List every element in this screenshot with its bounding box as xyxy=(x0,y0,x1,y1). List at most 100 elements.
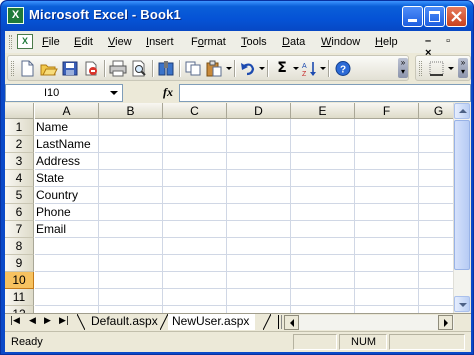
horizontal-scrollbar[interactable] xyxy=(284,315,454,330)
print-icon[interactable] xyxy=(109,60,127,77)
open-icon[interactable] xyxy=(40,60,58,77)
gridline xyxy=(418,119,419,313)
column-header-a[interactable]: A xyxy=(35,103,99,119)
menu-window[interactable]: Window xyxy=(321,36,360,48)
title-bar[interactable]: X Microsoft Excel - Book1 xyxy=(1,1,473,31)
next-sheet-button[interactable]: ▶ xyxy=(44,316,51,326)
status-panel xyxy=(293,334,337,350)
scroll-left-button[interactable] xyxy=(284,315,299,330)
previous-sheet-button[interactable]: ◀ xyxy=(29,316,36,326)
paste-icon[interactable] xyxy=(205,60,223,77)
row-header-7[interactable]: 7 xyxy=(5,221,34,238)
maximize-button[interactable] xyxy=(424,6,445,27)
maximize-icon xyxy=(429,11,440,22)
gridline xyxy=(35,186,453,187)
cell-a5[interactable]: Country xyxy=(36,187,78,204)
column-header-f[interactable]: F xyxy=(355,103,419,119)
first-sheet-button[interactable]: |◀ xyxy=(10,316,20,326)
cell-a2[interactable]: LastName xyxy=(36,136,91,153)
row-header-11[interactable]: 11 xyxy=(5,289,34,306)
sheet-tab-newuser[interactable]: NewUser.aspx xyxy=(168,314,256,330)
borders-icon[interactable] xyxy=(428,60,446,77)
row-header-8[interactable]: 8 xyxy=(5,238,34,255)
insert-function-icon[interactable]: fx xyxy=(163,85,173,100)
menu-file[interactable]: File xyxy=(42,36,60,48)
last-sheet-button[interactable]: ▶| xyxy=(59,316,69,326)
scroll-right-button[interactable] xyxy=(438,315,453,330)
cell-a3[interactable]: Address xyxy=(36,153,80,170)
autosum-dropdown-arrow[interactable] xyxy=(293,67,299,70)
paste-dropdown-arrow[interactable] xyxy=(226,67,232,70)
row-header-12[interactable]: 12 xyxy=(5,306,34,313)
menu-insert[interactable]: Insert xyxy=(146,36,174,48)
gridline xyxy=(35,271,453,272)
gridline xyxy=(35,305,453,306)
toolbar-options-button[interactable]: » ▾ xyxy=(458,58,468,78)
new-icon[interactable] xyxy=(18,60,36,77)
research-icon[interactable] xyxy=(157,60,175,77)
name-box-dropdown-arrow[interactable] xyxy=(110,91,118,95)
document-icon[interactable]: X xyxy=(17,34,33,49)
cell-a1[interactable]: Name xyxy=(36,119,68,136)
gridline xyxy=(35,220,453,221)
toolbar-grip[interactable] xyxy=(419,61,422,76)
svg-text:Z: Z xyxy=(302,71,307,77)
tab-edge xyxy=(77,314,85,330)
vertical-scroll-thumb[interactable] xyxy=(454,120,470,270)
formula-input[interactable] xyxy=(179,84,471,102)
column-header-b[interactable]: B xyxy=(99,103,163,119)
menu-help[interactable]: Help xyxy=(375,36,398,48)
select-all-corner[interactable] xyxy=(5,103,34,119)
toolbar-options-button[interactable]: » ▾ xyxy=(398,58,408,78)
row-header-4[interactable]: 4 xyxy=(5,170,34,187)
arrow-left-icon xyxy=(290,319,294,327)
sort-ascending-icon[interactable]: A Z xyxy=(301,60,319,77)
menu-format[interactable]: Format xyxy=(191,36,226,48)
menu-view[interactable]: View xyxy=(108,36,132,48)
row-header-2[interactable]: 2 xyxy=(5,136,34,153)
row-header-1[interactable]: 1 xyxy=(5,119,34,136)
row-header-3[interactable]: 3 xyxy=(5,153,34,170)
column-header-d[interactable]: D xyxy=(227,103,291,119)
name-box[interactable]: I10 xyxy=(5,84,123,102)
toolbar-grip[interactable] xyxy=(11,61,14,76)
autosum-icon[interactable]: Σ xyxy=(273,60,291,77)
sheet-tab-default[interactable]: Default.aspx xyxy=(85,314,166,330)
tab-splitter[interactable] xyxy=(278,315,282,329)
column-header-g[interactable]: G xyxy=(419,103,453,119)
svg-text:A: A xyxy=(302,63,307,70)
menu-tools[interactable]: Tools xyxy=(241,36,267,48)
column-header-e[interactable]: E xyxy=(291,103,355,119)
row-header-10[interactable]: 10 xyxy=(5,272,34,289)
gridline xyxy=(35,237,453,238)
help-icon[interactable]: ? xyxy=(334,60,352,77)
row-header-9[interactable]: 9 xyxy=(5,255,34,272)
sort-dropdown-arrow[interactable] xyxy=(320,67,326,70)
borders-dropdown-arrow[interactable] xyxy=(448,67,454,70)
menu-data[interactable]: Data xyxy=(282,36,305,48)
num-lock-indicator: NUM xyxy=(339,334,387,350)
copy-icon[interactable] xyxy=(184,60,202,77)
scroll-up-button[interactable] xyxy=(454,103,470,119)
menu-edit[interactable]: Edit xyxy=(74,36,93,48)
worksheet-grid[interactable]: A B C D E F G 1 2 3 4 5 6 7 8 9 10 11 12 xyxy=(5,103,453,313)
undo-icon[interactable] xyxy=(239,60,257,77)
print-preview-icon[interactable] xyxy=(130,60,148,77)
excel-app-icon[interactable]: X xyxy=(7,7,24,24)
cell-a7[interactable]: Email xyxy=(36,221,66,238)
save-icon[interactable] xyxy=(61,60,79,77)
permission-icon[interactable] xyxy=(82,60,100,77)
row-header-6[interactable]: 6 xyxy=(5,204,34,221)
column-header-c[interactable]: C xyxy=(163,103,227,119)
gridline xyxy=(35,152,453,153)
menu-grip[interactable] xyxy=(9,35,12,49)
minimize-button[interactable] xyxy=(402,6,423,27)
close-button[interactable] xyxy=(446,6,467,27)
row-header-5[interactable]: 5 xyxy=(5,187,34,204)
scroll-down-button[interactable] xyxy=(454,296,470,312)
cell-a4[interactable]: State xyxy=(36,170,64,187)
vertical-scrollbar[interactable] xyxy=(453,103,470,313)
cell-a6[interactable]: Phone xyxy=(36,204,71,221)
toolbar-separator xyxy=(152,60,153,77)
undo-dropdown-arrow[interactable] xyxy=(259,67,265,70)
